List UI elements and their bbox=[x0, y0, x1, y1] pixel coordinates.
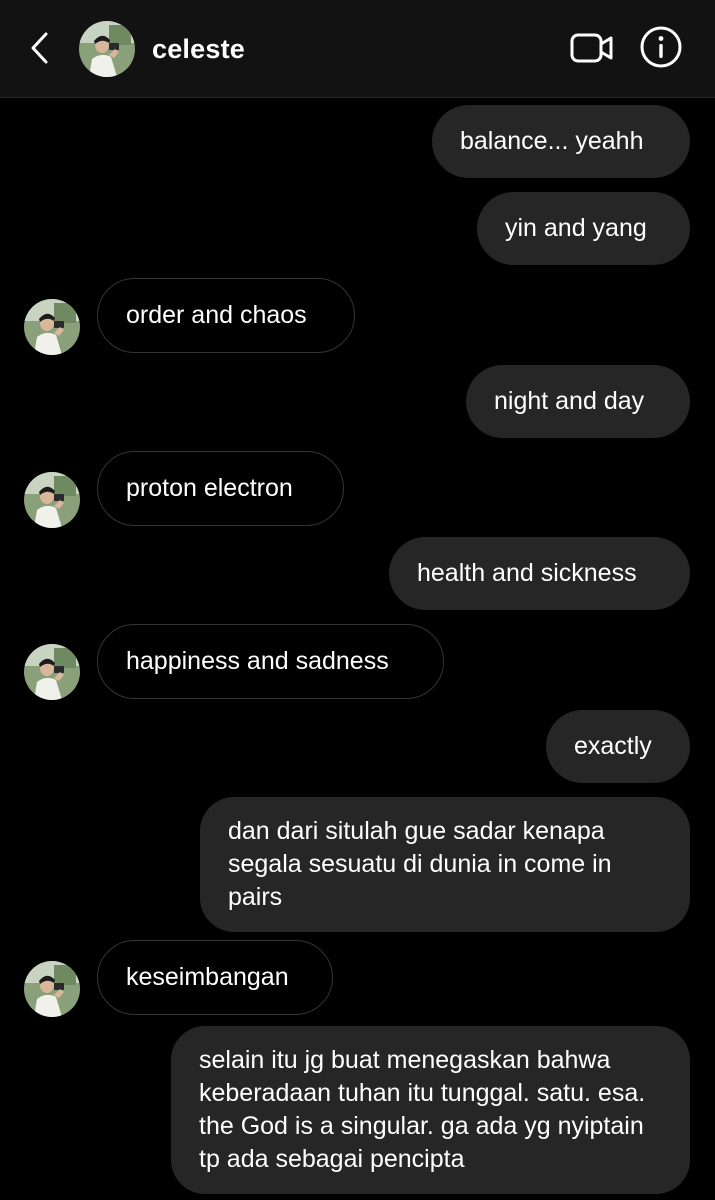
message-bubble-incoming[interactable]: order and chaos bbox=[97, 278, 355, 353]
info-icon bbox=[639, 25, 683, 74]
chevron-left-icon bbox=[29, 31, 51, 70]
sender-avatar[interactable] bbox=[24, 961, 80, 1017]
contact-avatar[interactable] bbox=[79, 21, 135, 77]
message-bubble-outgoing[interactable]: health and sickness bbox=[389, 537, 690, 610]
message-bubble-outgoing[interactable]: yin and yang bbox=[477, 192, 690, 265]
sender-avatar[interactable] bbox=[24, 299, 80, 355]
video-call-button[interactable] bbox=[568, 28, 616, 72]
chat-header: celeste bbox=[0, 0, 715, 98]
message-bubble-incoming[interactable]: happiness and sadness bbox=[97, 624, 444, 699]
message-bubble-incoming[interactable]: keseimbangan bbox=[97, 940, 333, 1015]
info-button[interactable] bbox=[638, 26, 684, 72]
contact-name[interactable]: celeste bbox=[152, 30, 245, 68]
sender-avatar[interactable] bbox=[24, 644, 80, 700]
message-bubble-outgoing[interactable]: night and day bbox=[466, 365, 690, 438]
video-camera-icon bbox=[570, 31, 614, 70]
message-bubble-outgoing[interactable]: dan dari situlah gue sadar kenapa segala… bbox=[200, 797, 690, 932]
sender-avatar[interactable] bbox=[24, 472, 80, 528]
back-button[interactable] bbox=[20, 28, 60, 72]
message-bubble-outgoing[interactable]: exactly bbox=[546, 710, 690, 783]
message-bubble-outgoing[interactable]: balance... yeahh bbox=[432, 105, 690, 178]
message-bubble-outgoing[interactable]: selain itu jg buat menegaskan bahwa kebe… bbox=[171, 1026, 690, 1194]
message-bubble-incoming[interactable]: proton electron bbox=[97, 451, 344, 526]
